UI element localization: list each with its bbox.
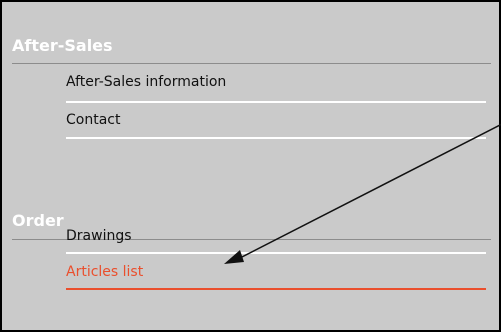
- section-header-order: Order: [12, 211, 64, 230]
- menu-item-underline: [66, 137, 486, 139]
- menu-item-underline: [66, 101, 486, 103]
- navigation-panel: After-Sales After-Sales information Cont…: [0, 0, 501, 332]
- menu-item-articles-list-active[interactable]: Articles list: [66, 260, 486, 284]
- menu-item-after-sales-information[interactable]: After-Sales information: [66, 70, 486, 94]
- menu-item-contact[interactable]: Contact: [66, 108, 486, 132]
- menu-item-drawings[interactable]: Drawings: [66, 224, 486, 248]
- active-item-underline: [66, 288, 486, 290]
- menu-item-underline: [66, 252, 486, 254]
- section-header-after-sales: After-Sales: [12, 36, 113, 55]
- section-divider-after-sales: [12, 63, 491, 64]
